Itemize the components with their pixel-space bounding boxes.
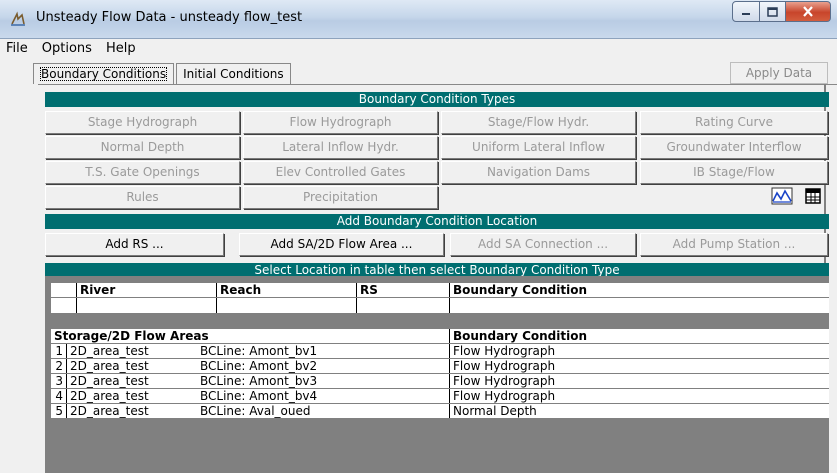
table-icon [805, 188, 821, 204]
table-row[interactable]: 5 2D_area_test BCLine: Aval_oued Normal … [51, 404, 829, 419]
bcline-cell: BCLine: Amont_bv3 [197, 374, 450, 388]
bc-cell[interactable]: Flow Hydrograph [450, 374, 829, 388]
bcline-cell: BCLine: Amont_bv4 [197, 389, 450, 403]
add-rs-button[interactable]: Add RS ... [45, 233, 224, 256]
table-row[interactable]: 3 2D_area_test BCLine: Amont_bv3 Flow Hy… [51, 374, 829, 389]
table-row-empty[interactable] [51, 298, 829, 314]
area-cell: 2D_area_test [70, 359, 149, 373]
row-number: 5 [51, 404, 67, 418]
menu-help[interactable]: Help [100, 39, 144, 59]
normal-depth-button[interactable]: Normal Depth [45, 136, 240, 159]
window-title: Unsteady Flow Data - unsteady flow_test [36, 10, 303, 25]
reach-column-header: Reach [217, 283, 357, 297]
river-bc-column-header: Boundary Condition [453, 283, 588, 297]
row-number: 2 [51, 359, 67, 373]
table-row[interactable]: 2 2D_area_test BCLine: Amont_bv2 Flow Hy… [51, 359, 829, 374]
table-row[interactable]: 1 2D_area_test BCLine: Amont_bv1 Flow Hy… [51, 344, 829, 359]
ib-stage-flow-button[interactable]: IB Stage/Flow [640, 161, 828, 184]
row-number-header [51, 283, 77, 297]
row-number: 3 [51, 374, 67, 388]
empty-cell [77, 298, 217, 313]
bcline-cell: BCLine: Amont_bv2 [197, 359, 450, 373]
ts-gate-openings-button[interactable]: T.S. Gate Openings [45, 161, 240, 184]
flow-hydrograph-button[interactable]: Flow Hydrograph [243, 111, 438, 134]
tab-initial-conditions[interactable]: Initial Conditions [176, 63, 291, 84]
menu-options[interactable]: Options [36, 39, 100, 59]
apply-data-button[interactable]: Apply Data [730, 62, 828, 84]
area-cell: 2D_area_test [70, 389, 149, 403]
menu-bar: File Options Help [0, 39, 837, 59]
title-bar[interactable]: Unsteady Flow Data - unsteady flow_test [0, 0, 837, 39]
empty-cell [51, 298, 77, 313]
bc-types-header: Boundary Condition Types [45, 92, 829, 107]
precipitation-button[interactable]: Precipitation [243, 186, 438, 209]
minimize-icon [742, 12, 750, 15]
maximize-icon [767, 6, 778, 17]
location-grid[interactable]: River Reach RS Boundary Condition Storag… [51, 283, 829, 419]
minimize-button[interactable] [732, 1, 760, 22]
menu-file[interactable]: File [0, 39, 36, 59]
empty-cell [357, 298, 450, 313]
location-table-header: Select Location in table then select Bou… [45, 263, 829, 277]
storage-bc-column-header: Boundary Condition [453, 329, 588, 343]
table-separator [51, 314, 829, 328]
storage-header-row: Storage/2D Flow Areas Boundary Condition [51, 328, 829, 344]
groundwater-interflow-button[interactable]: Groundwater Interflow [640, 136, 828, 159]
add-pump-station-button[interactable]: Add Pump Station ... [640, 233, 828, 256]
tab-strip: Boundary Conditions Initial Conditions [33, 63, 293, 85]
area-cell: 2D_area_test [70, 344, 149, 358]
rating-curve-button[interactable]: Rating Curve [640, 111, 828, 134]
table-row[interactable]: 4 2D_area_test BCLine: Amont_bv4 Flow Hy… [51, 389, 829, 404]
area-cell: 2D_area_test [70, 404, 149, 418]
bc-cell[interactable]: Normal Depth [450, 404, 829, 418]
row-number: 1 [51, 344, 67, 358]
location-table[interactable]: River Reach RS Boundary Condition Storag… [45, 276, 829, 473]
lateral-inflow-hydr-button[interactable]: Lateral Inflow Hydr. [243, 136, 438, 159]
unsteady-flow-window: Unsteady Flow Data - unsteady flow_test … [0, 0, 837, 473]
stage-hydrograph-button[interactable]: Stage Hydrograph [45, 111, 240, 134]
river-column-header: River [77, 283, 217, 297]
rules-button[interactable]: Rules [45, 186, 240, 209]
add-sa-connection-button[interactable]: Add SA Connection ... [450, 233, 636, 256]
empty-cell [217, 298, 357, 313]
hydrograph-plot-icon [771, 187, 793, 205]
bc-cell[interactable]: Flow Hydrograph [450, 359, 829, 373]
close-icon [803, 6, 813, 17]
bcline-cell: BCLine: Amont_bv1 [197, 344, 450, 358]
river-header-row: River Reach RS Boundary Condition [51, 283, 829, 298]
stage-flow-hydr-button[interactable]: Stage/Flow Hydr. [441, 111, 636, 134]
add-sa-2d-flow-area-button[interactable]: Add SA/2D Flow Area ... [239, 233, 444, 256]
uniform-lateral-inflow-button[interactable]: Uniform Lateral Inflow [441, 136, 636, 159]
rs-column-header: RS [357, 283, 450, 297]
navigation-dams-button[interactable]: Navigation Dams [441, 161, 636, 184]
tab-boundary-conditions[interactable]: Boundary Conditions [33, 63, 175, 84]
area-cell: 2D_area_test [70, 374, 149, 388]
hec-ras-app-icon [11, 11, 25, 26]
tab-boundary-conditions-label: Boundary Conditions [40, 67, 168, 81]
add-location-header: Add Boundary Condition Location [45, 214, 829, 229]
storage-area-column-header: Storage/2D Flow Areas [51, 329, 450, 343]
elev-controlled-gates-button[interactable]: Elev Controlled Gates [243, 161, 438, 184]
plot-hydrograph-button[interactable] [770, 186, 794, 206]
table-view-button[interactable] [801, 186, 825, 206]
close-button[interactable] [786, 1, 831, 22]
maximize-button[interactable] [760, 1, 786, 22]
row-number: 4 [51, 389, 67, 403]
bcline-cell: BCLine: Aval_oued [197, 404, 450, 418]
bc-cell[interactable]: Flow Hydrograph [450, 344, 829, 358]
bc-cell[interactable]: Flow Hydrograph [450, 389, 829, 403]
